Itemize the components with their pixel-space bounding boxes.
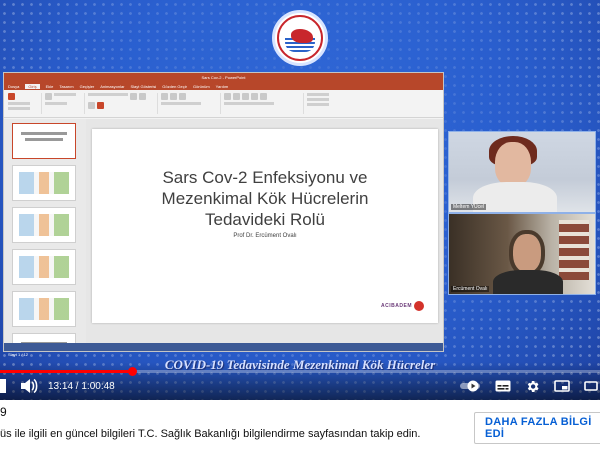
gear-icon[interactable] [525, 379, 540, 394]
video-number: 9 [0, 405, 7, 419]
align-icon [179, 93, 186, 100]
bold-icon [130, 93, 137, 100]
slide-canvas: Sars Cov-2 Enfeksiyonu ve Mezenkimal Kök… [86, 119, 443, 343]
shape-icon [251, 93, 258, 100]
volume-icon[interactable] [20, 378, 38, 394]
bullets-icon [161, 93, 168, 100]
ribbon-line [54, 93, 76, 96]
slide-thumbnail [12, 207, 76, 243]
progress-scrubber[interactable] [128, 367, 137, 376]
thumb-diagram [19, 214, 69, 236]
subtitles-icon[interactable] [495, 380, 511, 392]
shape-icon [242, 93, 249, 100]
ppt-title-bar: Sars Cov-2 - PowerPoint [4, 73, 443, 82]
ppt-status-bar: Slayt 1 / 12 [4, 343, 443, 357]
slide-author: Prof Dr. Ercüment Ovalı [233, 233, 297, 239]
time-display: 13:14 / 1:00:48 [48, 380, 115, 392]
more-info-button[interactable]: DAHA FAZLA BİLGİ EDİ [474, 412, 600, 444]
acibadem-logo: ACIBADEM [381, 301, 424, 311]
numbering-icon [170, 93, 177, 100]
ppt-tab: Ekle [45, 83, 54, 89]
slide-thumbnails [4, 119, 86, 343]
ribbon-group-editing [307, 93, 347, 114]
participant-video-1: Meltem YÜcel [448, 131, 596, 213]
ppt-tab: Slayt Gösterisi [130, 83, 157, 89]
thumb-diagram [19, 172, 69, 194]
ppt-tab-active: Giriş [25, 83, 40, 89]
thumb-diagram [19, 298, 69, 320]
ribbon-group-font [88, 93, 158, 114]
participant-face [495, 142, 531, 186]
current-slide: Sars Cov-2 Enfeksiyonu ve Mezenkimal Kök… [92, 129, 438, 323]
ppt-tab: Tasarım [59, 83, 74, 89]
ribbon-line [224, 102, 274, 105]
slide-title-line: Sars Cov-2 Enfeksiyonu ve [162, 168, 368, 187]
ppt-window-title: Sars Cov-2 - PowerPoint [201, 75, 246, 80]
logo-seal [277, 15, 323, 61]
acibadem-logo-text: ACIBADEM [381, 303, 412, 309]
slide-title: Sars Cov-2 Enfeksiyonu ve Mezenkimal Kök… [92, 167, 438, 230]
shape-icon [233, 93, 240, 100]
ribbon-line [307, 103, 329, 106]
slide-thumbnail [12, 123, 76, 159]
skip-previous-icon[interactable] [0, 379, 6, 393]
paste-icon [8, 93, 15, 100]
new-slide-icon [45, 93, 52, 100]
slide-thumbnail [12, 291, 76, 327]
video-info: 9 üs ile ilgili en güncel bilgileri T.C.… [0, 400, 600, 450]
progress-played [0, 370, 132, 373]
participant-video-2: Ercüment Ovalı [448, 213, 596, 295]
ribbon-line [88, 93, 128, 96]
underline-icon [88, 102, 95, 109]
participant-body [493, 270, 563, 294]
ribbon-line [307, 93, 329, 96]
thumb-line [21, 132, 67, 135]
ribbon-group-clipboard [8, 93, 42, 114]
slide-thumbnail [12, 249, 76, 285]
shape-icon [260, 93, 267, 100]
university-logo [272, 10, 328, 66]
participant-name: Ercüment Ovalı [451, 286, 490, 292]
font-color-icon [97, 102, 104, 109]
ppt-tab: Görünüm [192, 83, 210, 89]
ppt-tab: Dosya [8, 83, 20, 89]
info-panel-text: üs ile ilgili en güncel bilgileri T.C. S… [0, 428, 421, 440]
ribbon-group-paragraph [161, 93, 221, 114]
thumb-line [25, 138, 63, 141]
participant-name: Meltem YÜcel [451, 204, 487, 210]
ppt-tab: Gözden Geçir [162, 83, 187, 89]
video-stage[interactable]: Sars Cov-2 - PowerPoint Dosya Giriş Ekle… [0, 0, 600, 400]
player-controls: 13:14 / 1:00:48 [0, 376, 600, 396]
italic-icon [139, 93, 146, 100]
ribbon-group-drawing [224, 93, 304, 114]
miniplayer-icon[interactable] [554, 380, 570, 392]
powerpoint-window: Sars Cov-2 - PowerPoint Dosya Giriş Ekle… [3, 72, 444, 357]
ribbon-line [307, 98, 329, 101]
logo-horse-icon [291, 29, 313, 43]
ppt-tab: Animasyonlar [100, 83, 125, 89]
bookshelf [559, 220, 589, 280]
slide-thumbnail [12, 333, 76, 343]
ppt-ribbon [4, 90, 443, 118]
ppt-tab: Yardım [215, 83, 229, 89]
ribbon-line [8, 107, 30, 110]
theater-mode-icon[interactable] [584, 381, 598, 391]
slide-title-line: Tedavideki Rolü [204, 210, 325, 229]
autoplay-toggle-icon[interactable] [459, 380, 481, 392]
ribbon-group-slides [45, 93, 85, 114]
ribbon-line [45, 102, 67, 105]
player-right-controls [459, 376, 600, 396]
ribbon-line [8, 102, 30, 105]
progress-bar[interactable] [0, 367, 600, 376]
ribbon-line [161, 102, 201, 105]
ppt-ribbon-tabs: Dosya Giriş Ekle Tasarım Geçişler Animas… [4, 82, 443, 90]
ppt-workspace: Sars Cov-2 Enfeksiyonu ve Mezenkimal Kök… [4, 119, 443, 343]
thumb-diagram [19, 256, 69, 278]
ppt-tab: Geçişler [79, 83, 95, 89]
slide-thumbnail [12, 165, 76, 201]
slide-title-line: Mezenkimal Kök Hücrelerin [161, 189, 369, 208]
shape-icon [224, 93, 231, 100]
acibadem-logo-mark [414, 301, 424, 311]
